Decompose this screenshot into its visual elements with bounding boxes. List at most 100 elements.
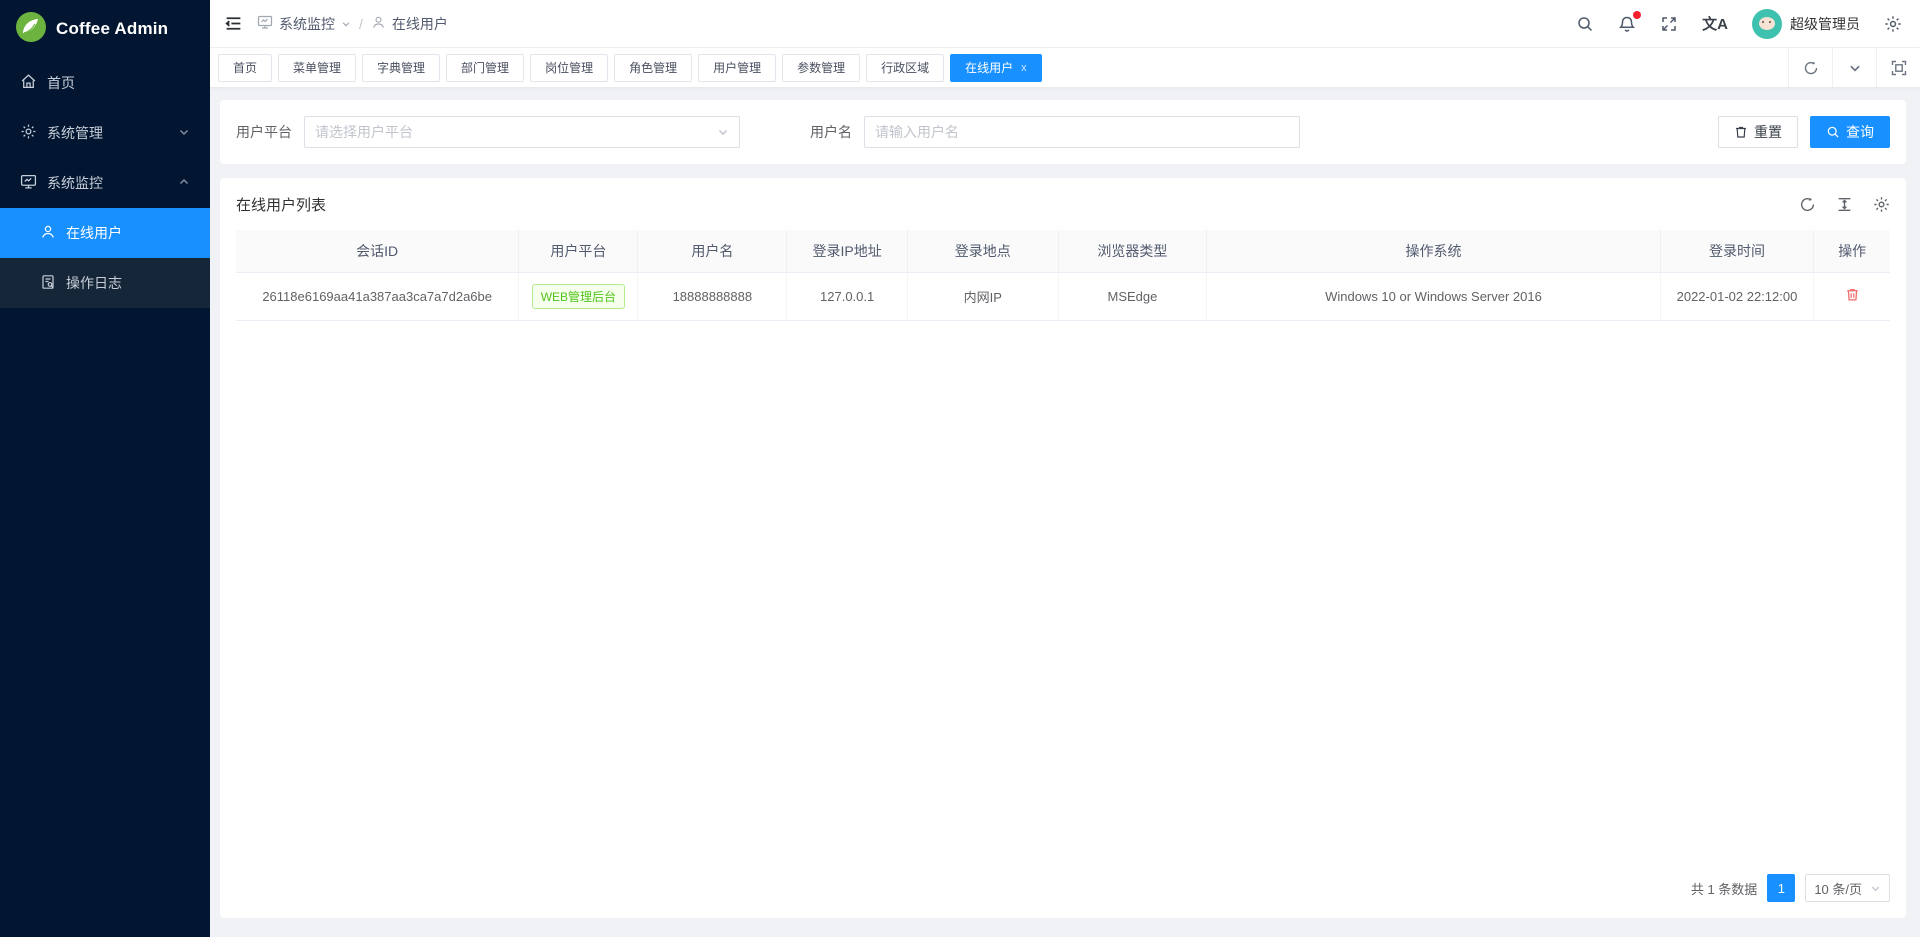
- sidebar: Coffee Admin 首页 系统管理: [0, 0, 210, 937]
- chevron-down-icon: [341, 19, 351, 29]
- settings-gear-icon[interactable]: [1884, 15, 1902, 33]
- col-session-id: 会话ID: [236, 230, 519, 272]
- col-platform: 用户平台: [519, 230, 638, 272]
- monitor-icon: [20, 173, 37, 193]
- tab-admin-region[interactable]: 行政区域: [866, 54, 944, 82]
- pagination-total: 共 1 条数据: [1691, 879, 1757, 898]
- force-logout-trash-icon[interactable]: [1845, 287, 1860, 302]
- sidebar-item-operation-log[interactable]: 操作日志: [0, 258, 210, 308]
- avatar: [1752, 9, 1782, 39]
- tab-tools: [1788, 48, 1920, 87]
- col-login-location: 登录地点: [908, 230, 1059, 272]
- leaf-logo-icon: [16, 12, 46, 47]
- sidebar-item-system-monitor[interactable]: 系统监控: [0, 158, 210, 208]
- cell-browser: MSEdge: [1058, 272, 1207, 320]
- user-icon: [371, 15, 386, 33]
- user-name: 超级管理员: [1790, 14, 1860, 34]
- row-density-icon[interactable]: [1836, 196, 1853, 213]
- platform-tag: WEB管理后台: [532, 284, 625, 309]
- card-title: 在线用户列表: [236, 194, 326, 215]
- breadcrumb-level2: 在线用户: [371, 14, 448, 34]
- sidebar-submenu: 在线用户 操作日志: [0, 208, 210, 308]
- tab-online-users[interactable]: 在线用户 x: [950, 54, 1042, 82]
- translate-icon[interactable]: 文A: [1702, 13, 1728, 34]
- sidebar-item-label: 在线用户: [66, 223, 122, 243]
- user-menu[interactable]: 超级管理员: [1752, 9, 1860, 39]
- page-size-select[interactable]: 10 条/页: [1805, 874, 1890, 902]
- app-title: Coffee Admin: [56, 19, 168, 39]
- collapse-sidebar-icon[interactable]: [224, 14, 243, 33]
- platform-select-placeholder: 请选择用户平台: [315, 122, 413, 142]
- refresh-tab-icon[interactable]: [1788, 48, 1832, 87]
- gear-icon: [20, 123, 37, 143]
- app-root: Coffee Admin 首页 系统管理: [0, 0, 1920, 937]
- sidebar-item-online-users[interactable]: 在线用户: [0, 208, 210, 258]
- online-users-card: 在线用户列表: [220, 178, 1906, 918]
- sidebar-item-label: 操作日志: [66, 273, 122, 293]
- tab-role-management[interactable]: 角色管理: [614, 54, 692, 82]
- home-icon: [20, 73, 37, 93]
- sidebar-item-label: 系统监控: [47, 173, 178, 193]
- user-icon: [40, 224, 56, 243]
- search-button[interactable]: 查询: [1810, 116, 1890, 148]
- sidebar-item-system-management[interactable]: 系统管理: [0, 108, 210, 158]
- tab-dept-management[interactable]: 部门管理: [446, 54, 524, 82]
- refresh-table-icon[interactable]: [1799, 196, 1816, 213]
- cell-login-location: 内网IP: [908, 272, 1059, 320]
- cell-login-ip: 127.0.0.1: [787, 272, 908, 320]
- pagination: 共 1 条数据 1 10 条/页: [236, 860, 1890, 918]
- close-tab-icon[interactable]: x: [1021, 62, 1027, 74]
- tab-post-management[interactable]: 岗位管理: [530, 54, 608, 82]
- tab-user-management[interactable]: 用户管理: [698, 54, 776, 82]
- col-browser: 浏览器类型: [1058, 230, 1207, 272]
- platform-select[interactable]: 请选择用户平台: [304, 116, 740, 148]
- reset-button[interactable]: 重置: [1718, 116, 1798, 148]
- col-username: 用户名: [638, 230, 787, 272]
- username-label: 用户名: [810, 122, 852, 142]
- username-field-wrap: [864, 116, 1300, 148]
- column-settings-gear-icon[interactable]: [1873, 196, 1890, 213]
- tab-param-management[interactable]: 参数管理: [782, 54, 860, 82]
- open-tabs: 首页 菜单管理 字典管理 部门管理 岗位管理 角色管理 用户管理 参数管理 行政…: [210, 54, 1788, 82]
- maximize-content-icon[interactable]: [1876, 48, 1920, 87]
- app-logo[interactable]: Coffee Admin: [0, 0, 210, 58]
- cell-platform: WEB管理后台: [519, 272, 638, 320]
- tab-home[interactable]: 首页: [218, 54, 272, 82]
- username-input[interactable]: [875, 124, 1289, 140]
- search-icon[interactable]: [1576, 15, 1594, 33]
- chevron-down-icon: [1870, 883, 1881, 894]
- sidebar-item-home[interactable]: 首页: [0, 58, 210, 108]
- col-login-time: 登录时间: [1660, 230, 1814, 272]
- tab-options-chevron-icon[interactable]: [1832, 48, 1876, 87]
- breadcrumb-separator: /: [359, 16, 363, 32]
- trash-icon: [1734, 125, 1748, 139]
- col-os: 操作系统: [1207, 230, 1660, 272]
- platform-label: 用户平台: [236, 122, 292, 142]
- cell-os: Windows 10 or Windows Server 2016: [1207, 272, 1660, 320]
- breadcrumb: 系统监控 / 在线用户: [257, 14, 448, 34]
- table-row: 26118e6169aa41a387aa3ca7a7d2a6be WEB管理后台…: [236, 272, 1890, 320]
- tab-dict-management[interactable]: 字典管理: [362, 54, 440, 82]
- search-icon: [1826, 125, 1840, 139]
- fullscreen-icon[interactable]: [1660, 15, 1678, 33]
- col-login-ip: 登录IP地址: [787, 230, 908, 272]
- sidebar-item-label: 系统管理: [47, 123, 178, 143]
- monitor-icon: [257, 14, 273, 33]
- chevron-up-icon: [178, 175, 190, 191]
- breadcrumb-level1[interactable]: 系统监控: [257, 14, 351, 34]
- tabbar: 首页 菜单管理 字典管理 部门管理 岗位管理 角色管理 用户管理 参数管理 行政…: [210, 48, 1920, 88]
- cell-username: 18888888888: [638, 272, 787, 320]
- table-header-row: 会话ID 用户平台 用户名 登录IP地址 登录地点 浏览器类型 操作系统 登录时…: [236, 230, 1890, 272]
- chevron-down-icon: [178, 125, 190, 141]
- pagination-page-1[interactable]: 1: [1767, 874, 1795, 902]
- sidebar-menu: 首页 系统管理 系统监控: [0, 58, 210, 937]
- cell-login-time: 2022-01-02 22:12:00: [1660, 272, 1814, 320]
- col-actions: 操作: [1814, 230, 1890, 272]
- sidebar-item-label: 首页: [47, 73, 190, 93]
- tab-menu-management[interactable]: 菜单管理: [278, 54, 356, 82]
- log-document-icon: [40, 274, 56, 293]
- filter-card: 用户平台 请选择用户平台 用户名 重置 查询: [220, 100, 1906, 164]
- notifications-bell-icon[interactable]: [1618, 15, 1636, 33]
- topbar: 系统监控 / 在线用户: [210, 0, 1920, 48]
- cell-session-id: 26118e6169aa41a387aa3ca7a7d2a6be: [236, 272, 519, 320]
